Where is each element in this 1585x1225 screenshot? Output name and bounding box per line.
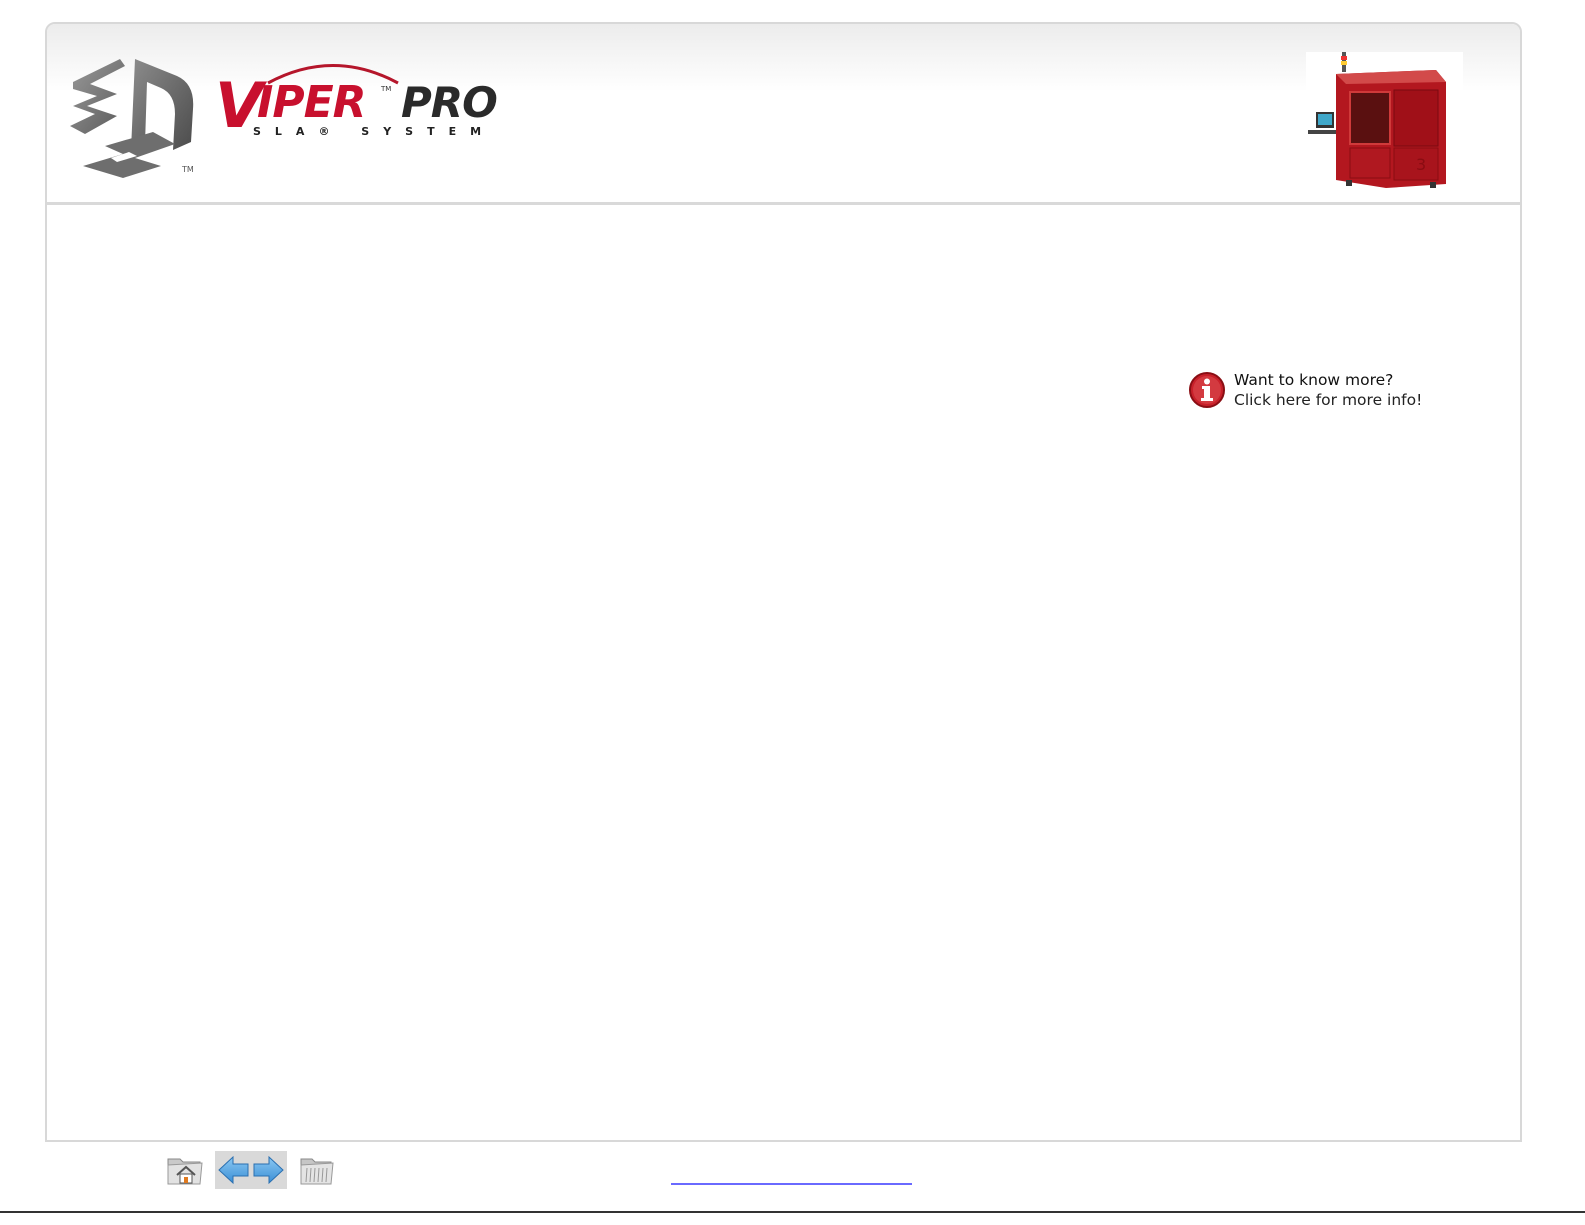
machine-image: 3 [1306, 52, 1463, 189]
bottom-divider [0, 1211, 1585, 1213]
svg-text:3: 3 [1416, 155, 1426, 174]
footer-link[interactable] [671, 1183, 912, 1185]
viper-pro-logo: V IPER TM PRO SLA® SYSTEM [215, 64, 498, 141]
folder-icon[interactable] [298, 1151, 334, 1187]
3d-systems-logo [70, 59, 194, 178]
more-info-subtext: Click here for more info! [1234, 391, 1423, 409]
content-frame: TM V IPER TM PRO SLA® SYSTEM 3 Want to k… [45, 22, 1522, 1142]
page: TM V IPER TM PRO SLA® SYSTEM 3 Want to k… [0, 0, 1585, 1225]
arrow-right-icon[interactable] [252, 1153, 285, 1187]
more-info-text: Want to know more? Click here for more i… [1234, 370, 1422, 410]
header: TM V IPER TM PRO SLA® SYSTEM 3 [47, 24, 1520, 205]
svg-text:SLA® SYSTEM: SLA® SYSTEM [253, 125, 495, 138]
svg-text:PRO: PRO [401, 78, 497, 127]
main-content: Want to know more? Click here for more i… [47, 205, 1520, 1140]
more-info-heading: Want to know more? [1234, 371, 1394, 389]
svg-text:IPER: IPER [257, 77, 366, 128]
more-info-link[interactable]: Want to know more? Click here for more i… [1188, 368, 1453, 412]
bottom-navigation [0, 1145, 1585, 1225]
home-folder-icon[interactable] [166, 1151, 204, 1187]
arrow-left-icon[interactable] [217, 1153, 250, 1187]
trademark-label: TM [182, 165, 194, 174]
info-icon [1189, 372, 1225, 408]
svg-text:TM: TM [380, 85, 391, 93]
